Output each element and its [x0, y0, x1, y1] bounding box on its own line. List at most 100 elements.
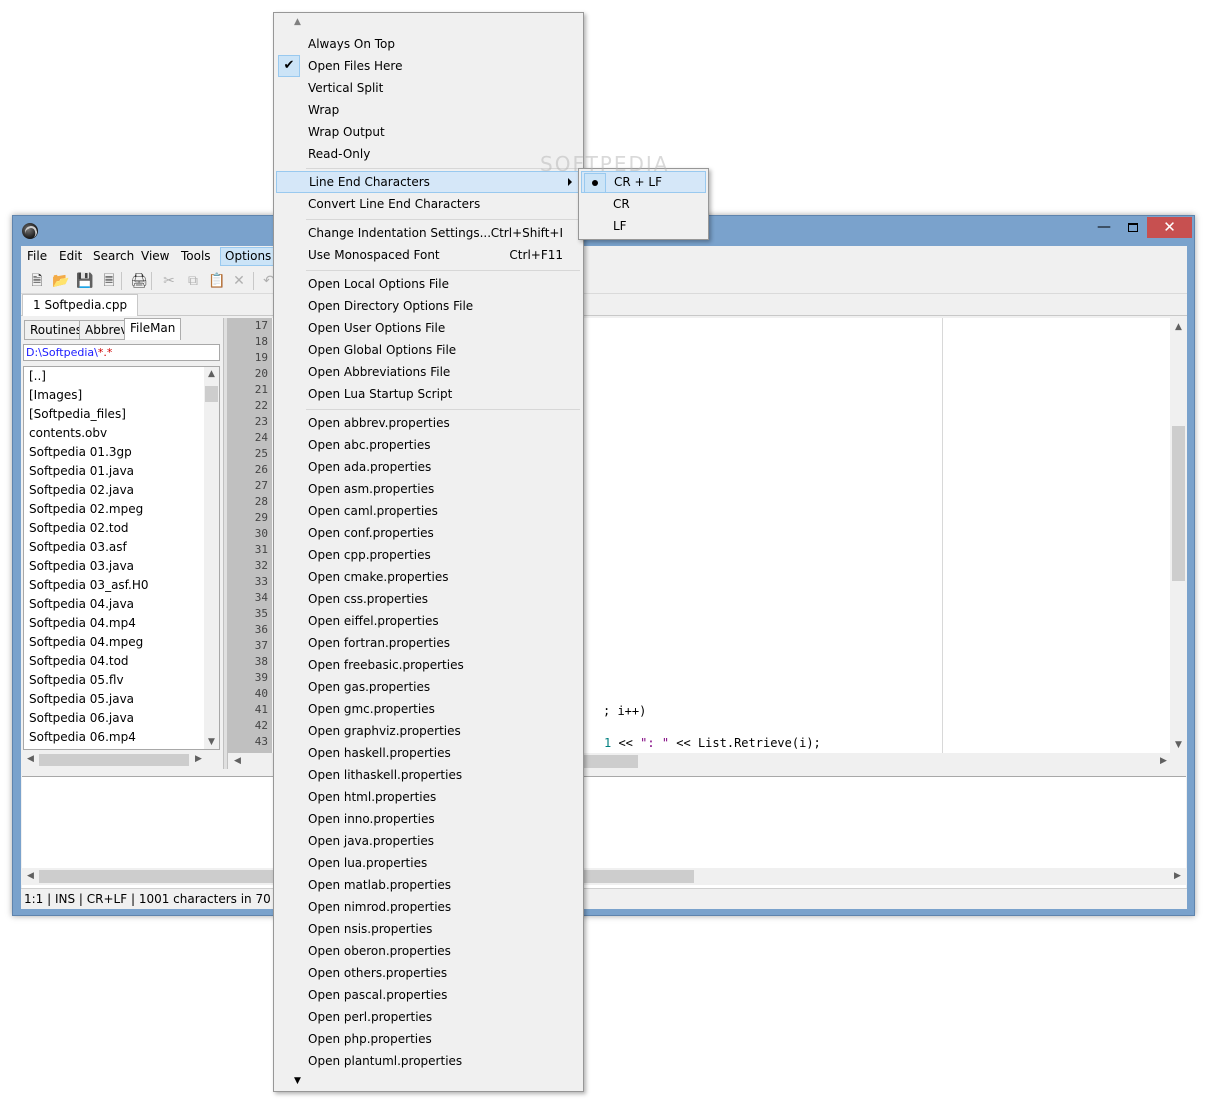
scrollbar-thumb[interactable] [205, 386, 218, 402]
menu-item-properties[interactable]: Open abc.properties [276, 434, 581, 456]
menu-item-properties[interactable]: Open graphviz.properties [276, 720, 581, 742]
list-item[interactable]: Softpedia 06.java [24, 709, 219, 728]
list-item[interactable]: Softpedia 02.mpeg [24, 500, 219, 519]
menu-item-properties[interactable]: Open gas.properties [276, 676, 581, 698]
menu-file[interactable]: File [23, 247, 51, 266]
menu-item-properties[interactable]: Open ada.properties [276, 456, 581, 478]
menu-item-properties[interactable]: Open conf.properties [276, 522, 581, 544]
menu-item-change-indentation[interactable]: Change Indentation Settings... Ctrl+Shif… [276, 222, 581, 244]
menu-item-vertical-split[interactable]: Vertical Split [276, 77, 581, 99]
menu-item-properties[interactable]: Open eiffel.properties [276, 610, 581, 632]
menu-item-properties[interactable]: Open perl.properties [276, 1006, 581, 1028]
scrollbar-thumb[interactable] [39, 754, 189, 766]
submenu-item-lf[interactable]: LF [581, 215, 706, 237]
scroll-right-icon[interactable]: ▶ [191, 754, 206, 764]
menu-item-properties[interactable]: Open cpp.properties [276, 544, 581, 566]
menu-item-properties[interactable]: Open gmc.properties [276, 698, 581, 720]
menu-item-local-options[interactable]: Open Local Options File [276, 273, 581, 295]
menu-item-user-options[interactable]: Open User Options File [276, 317, 581, 339]
menu-tools[interactable]: Tools [177, 247, 215, 266]
close-button[interactable]: ✕ [1147, 217, 1192, 238]
menu-item-properties[interactable]: Open lua.properties [276, 852, 581, 874]
menu-item-wrap-output[interactable]: Wrap Output [276, 121, 581, 143]
save-icon[interactable]: 💾 [75, 271, 95, 291]
file-list-scrollbar[interactable]: ▲ ▼ [204, 367, 219, 749]
list-item[interactable]: Softpedia 05.flv [24, 671, 219, 690]
menu-item-directory-options[interactable]: Open Directory Options File [276, 295, 581, 317]
list-item[interactable]: Softpedia 04.mp4 [24, 614, 219, 633]
scroll-right-icon[interactable]: ▶ [1156, 756, 1171, 766]
list-item[interactable]: Softpedia 01.3gp [24, 443, 219, 462]
list-item[interactable]: Softpedia 03_asf.H0 [24, 576, 219, 595]
scroll-up-icon[interactable]: ▲ [1171, 322, 1186, 332]
menu-item-properties[interactable]: Open matlab.properties [276, 874, 581, 896]
list-item[interactable]: contents.obv [24, 424, 219, 443]
scroll-down-icon[interactable]: ▼ [204, 737, 219, 747]
menu-search[interactable]: Search [89, 247, 138, 266]
tab-fileman[interactable]: FileMan [124, 318, 182, 340]
minimize-button[interactable]: — [1089, 217, 1119, 238]
list-item[interactable]: Softpedia 03.java [24, 557, 219, 576]
scroll-left-icon[interactable]: ◀ [230, 756, 245, 766]
menu-item-wrap[interactable]: Wrap [276, 99, 581, 121]
list-item[interactable]: Softpedia 04.mpeg [24, 633, 219, 652]
menu-scroll-down-icon[interactable]: ▼ [294, 1076, 301, 1086]
menu-edit[interactable]: Edit [55, 247, 86, 266]
menu-item-properties[interactable]: Open asm.properties [276, 478, 581, 500]
cut-icon[interactable]: ✂ [159, 271, 179, 291]
menu-item-properties[interactable]: Open fortran.properties [276, 632, 581, 654]
menu-item-properties[interactable]: Open nsis.properties [276, 918, 581, 940]
menu-item-properties[interactable]: Open plantuml.properties [276, 1050, 581, 1072]
menu-item-always-on-top[interactable]: Always On Top [276, 33, 581, 55]
list-item[interactable]: [..] [24, 367, 219, 386]
menu-item-properties[interactable]: Open php.properties [276, 1028, 581, 1050]
menu-item-properties[interactable]: Open css.properties [276, 588, 581, 610]
app-icon[interactable] [22, 223, 38, 239]
path-input[interactable]: D:\Softpedia\*.* [23, 344, 220, 361]
list-item[interactable]: Softpedia 04.tod [24, 652, 219, 671]
close-file-icon[interactable]: 🗏 [99, 271, 119, 291]
list-item[interactable]: Softpedia 05.java [24, 690, 219, 709]
menu-item-monospaced-font[interactable]: Use Monospaced Font Ctrl+F11 [276, 244, 581, 266]
menu-options[interactable]: Options [220, 247, 277, 266]
menu-item-properties[interactable]: Open cmake.properties [276, 566, 581, 588]
scrollbar-thumb[interactable] [1172, 426, 1185, 581]
menu-item-properties[interactable]: Open oberon.properties [276, 940, 581, 962]
menu-item-properties[interactable]: Open lithaskell.properties [276, 764, 581, 786]
list-item[interactable]: Softpedia 04.java [24, 595, 219, 614]
list-item[interactable]: Softpedia 02.tod [24, 519, 219, 538]
open-folder-icon[interactable]: 📂 [51, 271, 71, 291]
menu-item-properties[interactable]: Open caml.properties [276, 500, 581, 522]
list-item[interactable]: [Images] [24, 386, 219, 405]
menu-item-properties[interactable]: Open java.properties [276, 830, 581, 852]
menu-item-read-only[interactable]: Read-Only [276, 143, 581, 165]
menu-item-open-files-here[interactable]: ✔ Open Files Here [276, 55, 581, 77]
copy-icon[interactable]: ⧉ [183, 271, 203, 291]
scroll-left-icon[interactable]: ◀ [23, 871, 38, 881]
menu-item-properties[interactable]: Open inno.properties [276, 808, 581, 830]
file-tab-softpedia-cpp[interactable]: 1 Softpedia.cpp [22, 294, 139, 316]
menu-item-lua-startup[interactable]: Open Lua Startup Script [276, 383, 581, 405]
scroll-right-icon[interactable]: ▶ [1170, 871, 1185, 881]
output-hscrollbar[interactable]: ◀ ▶ [22, 868, 1186, 885]
menu-item-properties[interactable]: Open others.properties [276, 962, 581, 984]
menu-scroll-up-icon[interactable]: ▲ [294, 17, 301, 27]
file-list[interactable]: [..] [Images] [Softpedia_files] contents… [23, 366, 220, 750]
list-item[interactable]: Softpedia 02.java [24, 481, 219, 500]
maximize-button[interactable] [1118, 217, 1148, 238]
file-list-hscrollbar[interactable]: ◀ ▶ [23, 752, 206, 768]
scroll-left-icon[interactable]: ◀ [23, 754, 38, 764]
menu-item-properties[interactable]: Open pascal.properties [276, 984, 581, 1006]
new-file-icon[interactable]: 🗎 [27, 271, 47, 291]
list-item[interactable]: Softpedia 03.asf [24, 538, 219, 557]
menu-item-properties[interactable]: Open nimrod.properties [276, 896, 581, 918]
list-item[interactable]: [Softpedia_files] [24, 405, 219, 424]
scroll-down-icon[interactable]: ▼ [1171, 740, 1186, 750]
menu-item-convert-line-end[interactable]: Convert Line End Characters [276, 193, 581, 215]
menu-item-properties[interactable]: Open freebasic.properties [276, 654, 581, 676]
list-item[interactable]: Softpedia 06.mp4 [24, 728, 219, 747]
menu-view[interactable]: View [137, 247, 173, 266]
menu-item-global-options[interactable]: Open Global Options File [276, 339, 581, 361]
menu-item-properties[interactable]: Open haskell.properties [276, 742, 581, 764]
menu-item-properties[interactable]: Open abbrev.properties [276, 412, 581, 434]
